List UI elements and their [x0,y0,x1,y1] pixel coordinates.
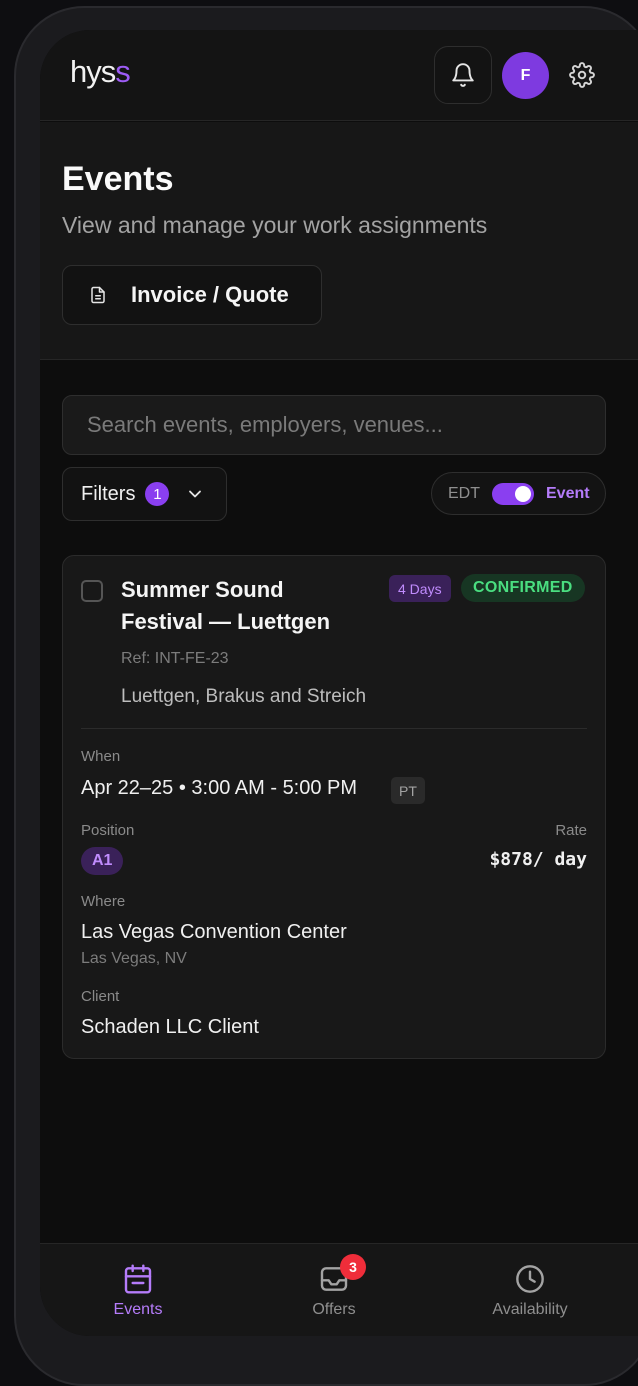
switch-knob [515,485,531,502]
page-subtitle: View and manage your work assignments [62,212,488,238]
search-input[interactable] [62,395,606,455]
bell-icon [452,63,474,87]
venue-name: Las Vegas Convention Center [81,921,347,943]
timezone-switch[interactable] [492,482,534,505]
venue-city: Las Vegas, NV [81,950,187,967]
nav-events[interactable]: Events [40,1244,236,1336]
duration-badge: 4 Days [389,575,451,602]
client-label: Client [81,988,120,1005]
filters-dropdown[interactable]: Filters 1 [62,467,227,521]
client-name: Schaden LLC Client [81,1016,259,1038]
filters-label: Filters [81,482,136,505]
gear-icon [569,62,595,88]
notifications-button[interactable] [434,46,492,104]
position-badge: A1 [81,847,124,875]
settings-button[interactable] [568,61,596,89]
clock-icon [516,1264,544,1293]
timezone-event-label: Event [546,484,590,502]
rate-value: $878/ day [489,849,587,870]
page-header: Events View and manage your work assignm… [40,122,638,360]
nav-availability-label: Availability [492,1300,568,1318]
filters-count-badge: 1 [145,482,170,506]
timezone-toggle[interactable]: EDT Event [431,472,606,515]
user-avatar[interactable]: F [502,52,549,99]
event-select-checkbox[interactable] [81,580,103,602]
event-reference: Ref: INT-FE-23 [121,650,229,667]
where-label: Where [81,893,126,910]
nav-availability[interactable]: Availability [432,1244,628,1336]
chevron-down-icon [189,490,202,498]
page-title: Events [62,160,174,198]
event-card[interactable]: Summer Sound Festival — Luettgen 4 Days … [62,555,606,1059]
timezone-badge: PT [391,777,425,804]
app-screen: hyss F Events View and manage your work … [40,30,638,1336]
nav-events-label: Events [113,1300,163,1318]
bottom-navigation: Events Offers 3 Availability [40,1243,638,1336]
when-value: Apr 22–25 • 3:00 AM - 5:00 PM [81,777,358,799]
top-bar: hyss F [40,30,638,121]
status-badge: CONFIRMED [461,574,585,602]
invoice-quote-button[interactable]: Invoice / Quote [62,265,322,325]
calendar-icon [124,1263,152,1294]
when-label: When [81,748,121,765]
position-label: Position [81,822,135,839]
offers-count-badge: 3 [340,1254,366,1280]
timezone-local-label: EDT [448,484,480,502]
card-divider [81,728,587,729]
app-logo[interactable]: hyss [70,54,131,90]
nav-offers[interactable]: Offers 3 [236,1244,432,1336]
invoice-quote-label: Invoice / Quote [131,282,289,307]
event-title[interactable]: Summer Sound Festival — Luettgen [121,574,371,638]
document-icon [91,286,105,304]
employer-name: Luettgen, Brakus and Streich [121,686,367,707]
nav-offers-label: Offers [312,1300,356,1318]
rate-label: Rate [555,822,587,839]
